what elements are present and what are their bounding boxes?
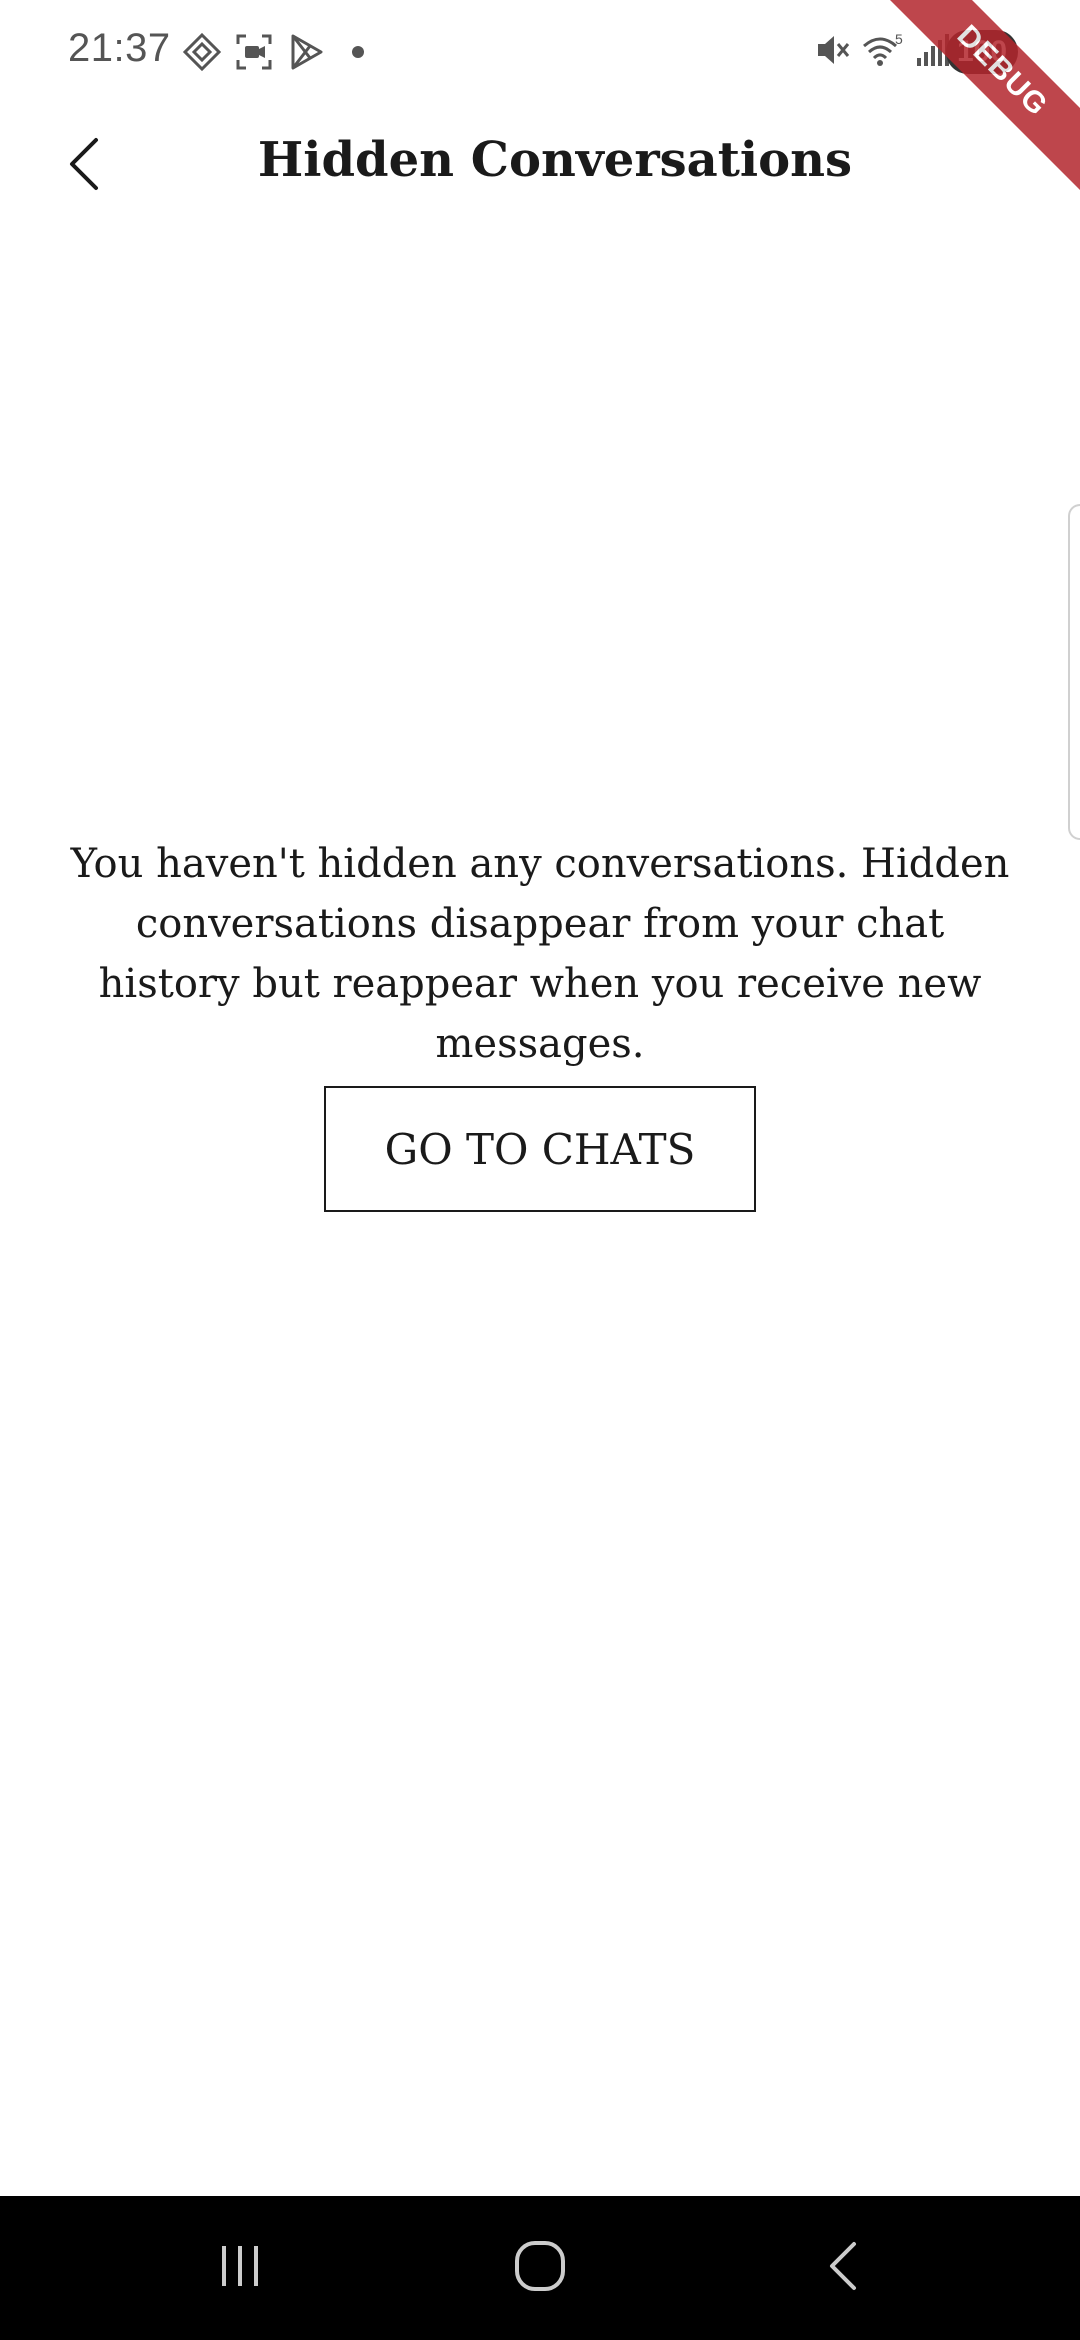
edge-panel-handle[interactable] [1068, 504, 1080, 840]
home-button[interactable] [480, 2218, 600, 2318]
navigation-bar [0, 2196, 1080, 2340]
wifi-icon: 5 [860, 30, 904, 75]
notification-dot-icon [338, 32, 378, 72]
home-icon [510, 2236, 570, 2301]
app-bar: Hidden Conversations [0, 104, 1080, 224]
status-left-icons [182, 32, 378, 72]
signal-icon [914, 30, 950, 75]
play-store-icon [286, 32, 326, 72]
nav-back-button[interactable] [784, 2218, 904, 2318]
status-right-icons: 5 [814, 30, 950, 75]
battery-indicator: 100 [946, 30, 1018, 74]
mute-icon [814, 30, 850, 75]
screen-record-icon [234, 32, 274, 72]
status-time: 21:37 [68, 26, 171, 70]
back-icon [814, 2236, 874, 2301]
svg-text:5: 5 [895, 31, 903, 47]
status-bar: 21:37 5 100 [0, 0, 1080, 104]
recents-icon [210, 2236, 270, 2301]
recents-button[interactable] [180, 2218, 300, 2318]
go-to-chats-button[interactable]: GO TO CHATS [324, 1086, 756, 1212]
empty-state-message: You haven't hidden any conversations. Hi… [70, 841, 1010, 1067]
page-title: Hidden Conversations [257, 132, 853, 188]
diamond-icon [182, 32, 222, 72]
